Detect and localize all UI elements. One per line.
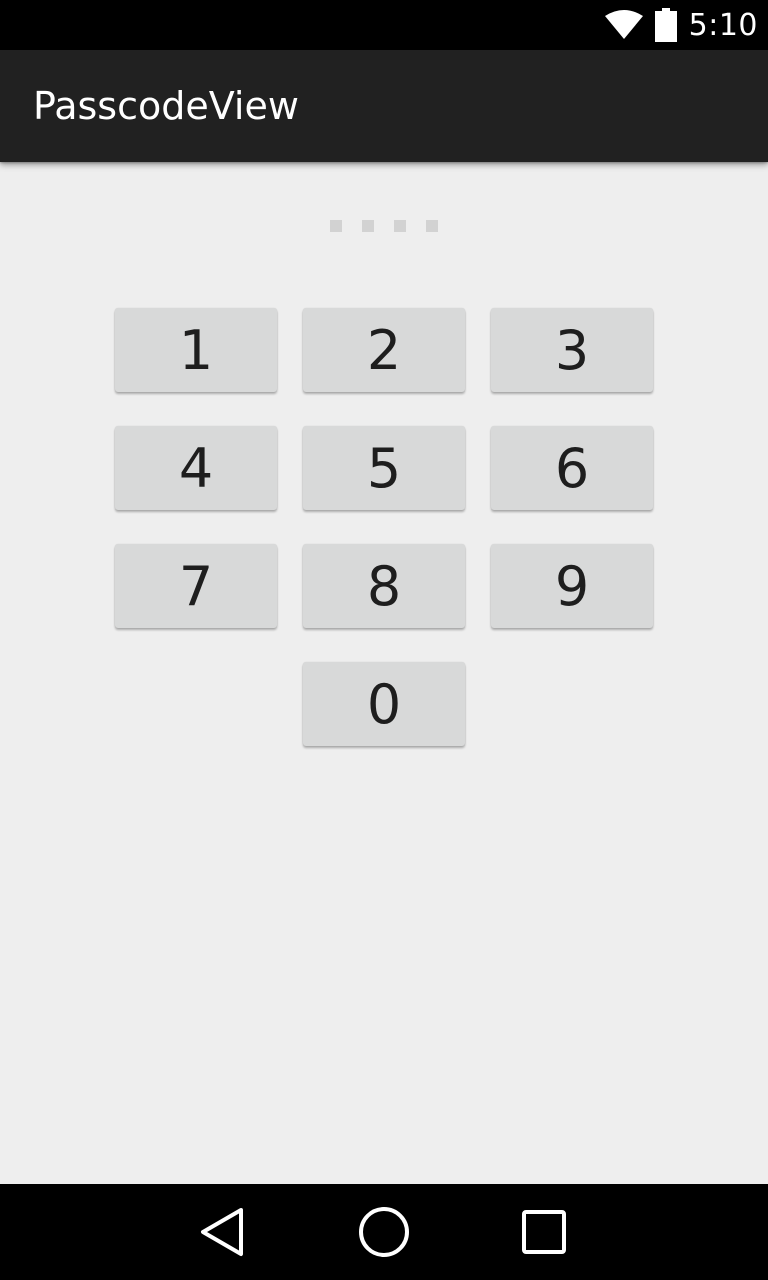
recents-icon <box>522 1210 566 1254</box>
passcode-dot <box>394 220 406 232</box>
home-icon <box>359 1207 409 1257</box>
home-button[interactable] <box>336 1184 432 1280</box>
battery-icon <box>654 8 677 42</box>
back-button[interactable] <box>174 1184 270 1280</box>
navigation-bar <box>0 1184 768 1280</box>
passcode-dot <box>362 220 374 232</box>
app-bar: PasscodeView <box>0 50 768 162</box>
key-0[interactable]: 0 <box>303 662 465 746</box>
passcode-dots <box>0 220 768 232</box>
wifi-icon <box>604 10 643 39</box>
key-6[interactable]: 6 <box>491 426 653 510</box>
key-3[interactable]: 3 <box>491 308 653 392</box>
key-9[interactable]: 9 <box>491 544 653 628</box>
key-8[interactable]: 8 <box>303 544 465 628</box>
key-7[interactable]: 7 <box>115 544 277 628</box>
key-4[interactable]: 4 <box>115 426 277 510</box>
passcode-dot <box>330 220 342 232</box>
status-bar: 5:10 <box>0 0 768 50</box>
key-1[interactable]: 1 <box>115 308 277 392</box>
key-5[interactable]: 5 <box>303 426 465 510</box>
passcode-dot <box>426 220 438 232</box>
status-icons: 5:10 <box>604 0 758 50</box>
app-title: PasscodeView <box>33 84 299 128</box>
recents-button[interactable] <box>496 1184 592 1280</box>
status-time: 5:10 <box>688 7 758 43</box>
key-2[interactable]: 2 <box>303 308 465 392</box>
back-icon <box>201 1208 243 1256</box>
